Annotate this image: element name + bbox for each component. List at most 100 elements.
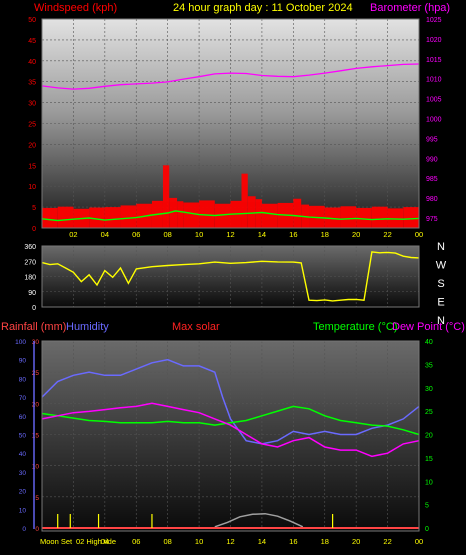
weather-graph: Windspeed (kph) 24 hour graph day : 11 O… [0, 0, 466, 555]
temperature-tick-label: 5 [425, 503, 429, 510]
time-label: 10 [195, 537, 203, 546]
windspeed-axis-title: Windspeed (kph) [34, 2, 117, 14]
direction-tick-label: 0 [32, 305, 36, 312]
barometer-tick-label: 1025 [426, 17, 442, 24]
compass-letter: S [437, 278, 444, 290]
graph-title: 24 hour graph day : 11 October 2024 [173, 2, 353, 14]
gust-bar [403, 207, 419, 228]
rainfall-tick-label: 0 [22, 526, 26, 533]
windspeed-tick-label: 30 [28, 101, 36, 108]
direction-tick-label: 180 [24, 275, 36, 282]
gust-bar [183, 202, 200, 228]
time-label: 10 [195, 230, 203, 239]
time-label: 20 [352, 537, 360, 546]
compass-letter: W [436, 260, 447, 272]
barometer-axis-title: Barometer (hpa) [370, 2, 450, 14]
windspeed-tick-label: 20 [28, 142, 36, 149]
rainfall-tick-label: 60 [19, 414, 27, 421]
windspeed-tick-label: 45 [28, 38, 36, 45]
humidity-tick-label: 25 [32, 370, 40, 377]
gust-bar [340, 206, 357, 228]
time-label: 18 [321, 230, 329, 239]
time-label: 14 [258, 230, 266, 239]
barometer-tick-label: 1015 [426, 57, 442, 64]
temperature-tick-label: 35 [425, 362, 433, 369]
time-label: 02 [69, 230, 77, 239]
temperature-tick-label: 20 [425, 433, 433, 440]
barometer-tick-label: 1020 [426, 37, 442, 44]
time-label: 00 [415, 230, 423, 239]
time-label: 04 [101, 230, 109, 239]
barometer-tick-label: 975 [426, 216, 438, 223]
windspeed-tick-label: 0 [32, 226, 36, 233]
time-label: 16 [289, 537, 297, 546]
gust-bar [247, 196, 256, 228]
humidity-label: Humidity [66, 321, 109, 333]
weather-graph-svg: Windspeed (kph) 24 hour graph day : 11 O… [1, 2, 465, 546]
time-label: 14 [258, 537, 266, 546]
gust-bar [255, 199, 262, 228]
time-label: 08 [163, 230, 171, 239]
rainfall-tick-label: 40 [19, 451, 27, 458]
windspeed-tick-label: 50 [28, 17, 36, 24]
barometer-tick-label: 1000 [426, 117, 442, 124]
rainfall-tick-label: 20 [19, 489, 27, 496]
temperature-tick-label: 0 [425, 526, 429, 533]
windspeed-tick-label: 25 [28, 122, 36, 129]
rainfall-tick-label: 100 [15, 339, 26, 346]
high-tide-label: 02 High tide [76, 537, 116, 546]
gust-bar [162, 165, 170, 228]
temperature-tick-label: 15 [425, 456, 433, 463]
gust-bar [293, 198, 302, 228]
compass-letter: E [437, 297, 444, 309]
direction-tick-label: 90 [28, 290, 36, 297]
direction-tick-label: 360 [24, 244, 36, 251]
windspeed-tick-label: 40 [28, 59, 36, 66]
time-label: 16 [289, 230, 297, 239]
time-label: 12 [226, 230, 234, 239]
humidity-tick-label: 0 [35, 526, 39, 533]
barometer-tick-label: 1005 [426, 97, 442, 104]
gust-bar [241, 173, 248, 228]
gust-bar [104, 207, 121, 228]
gust-bar [57, 206, 74, 228]
barometer-tick-label: 990 [426, 156, 438, 163]
rainfall-tick-label: 30 [19, 470, 27, 477]
compass-letter: N [437, 241, 445, 253]
gust-bar [120, 205, 137, 228]
dew-point-label: Dew Point (°C) [392, 321, 465, 333]
barometer-tick-label: 995 [426, 136, 438, 143]
humidity-tick-label: 30 [32, 339, 40, 346]
windspeed-tick-label: 10 [28, 184, 36, 191]
time-label: 06 [132, 537, 140, 546]
temperature-tick-label: 10 [425, 479, 433, 486]
humidity-tick-label: 15 [32, 433, 40, 440]
rainfall-tick-label: 70 [19, 395, 27, 402]
time-label: 20 [352, 230, 360, 239]
humidity-tick-label: 20 [32, 401, 40, 408]
max-solar-label: Max solar [172, 321, 220, 333]
gust-bar [177, 201, 184, 228]
temperature-tick-label: 30 [425, 386, 433, 393]
temperature-tick-label: 25 [425, 409, 433, 416]
humidity-tick-label: 10 [32, 464, 40, 471]
gust-bar [371, 206, 388, 228]
time-label: 18 [321, 537, 329, 546]
windspeed-tick-label: 15 [28, 163, 36, 170]
rainfall-tick-label: 50 [19, 433, 27, 440]
time-label: 22 [383, 537, 391, 546]
rainfall-label: Rainfall (mm) [1, 321, 66, 333]
humidity-tick-label: 5 [35, 495, 39, 502]
time-label: 12 [226, 537, 234, 546]
compass-labels: NWSEN [436, 241, 447, 327]
gust-bar [261, 203, 278, 228]
direction-tick-label: 270 [24, 259, 36, 266]
rainfall-tick-label: 90 [19, 358, 27, 365]
time-label: 08 [163, 537, 171, 546]
time-label: 06 [132, 230, 140, 239]
barometer-tick-label: 985 [426, 176, 438, 183]
rainfall-tick-label: 10 [19, 507, 27, 514]
time-label: 00 [415, 537, 423, 546]
gust-bar [42, 207, 58, 228]
rainfall-tick-label: 80 [19, 376, 27, 383]
